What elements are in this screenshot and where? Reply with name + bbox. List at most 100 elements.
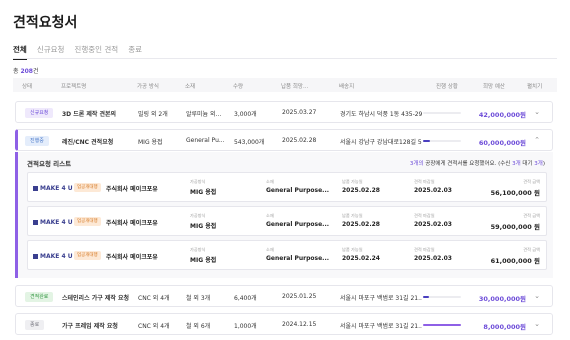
qty-cell: 6,400개 [234,295,257,302]
note-count: 3개의 [409,161,424,167]
material-cell: 철 외 3개 [186,295,211,302]
date-cell: 2025.02.28 [282,137,317,144]
progress-fill [423,140,430,142]
project-name: 스테인리스 가구 제작 요청 [62,295,129,302]
progress-fill [423,296,429,298]
budget-cell: 30,000,000원 [478,295,526,303]
quote-method: 가공방식 MIG 용접 [190,213,217,230]
project-name: 레진/CNC 견적요청 [62,139,114,146]
logo-text: MAKE 4 U [40,185,73,192]
quote-badge: 업공개대행 [74,183,101,192]
note-received: 3개 [512,161,521,167]
note-end: ) [542,161,545,167]
project-name: 3D 드론 제작 견본의 [62,111,117,118]
quote-deadline: 견적 마감일 2025.02.03 [414,179,452,194]
col-method: 가공 방식 [137,84,159,90]
address-cell: 서울시 강남구 강남대로128길 5... [340,139,422,146]
quote-deadline: 견적 마감일 2025.02.03 [414,213,452,228]
date-cell: 2025.01.25 [282,293,317,300]
status-badge: 종료 [25,320,45,330]
col-material: 소재 [185,84,196,90]
col-status: 상태 [22,84,33,90]
note-text: 공장에게 견적서를 요청했어요. (수신 [423,161,513,167]
quote-amount: 견적 금액 61,000,000 원 [490,247,540,265]
quote-due: 납품 가능일 2025.02.24 [342,247,380,262]
progress-bar [423,140,461,142]
quote-list-panel: 견적요청 리스트 3개의 공장에게 견적서를 요청했어요. (수신 3개 대기 … [15,152,553,278]
project-name: 가구 프레임 제작 요청 [62,323,118,330]
col-progress: 진행 상황 [436,84,458,90]
company-logo: MAKE 4 U [33,185,73,192]
chevron-up-icon[interactable]: ⌃ [534,136,540,144]
table-row[interactable]: 진행중 레진/CNC 견적요청 MIG 용접 General Pu... 543… [15,129,553,151]
progress-fill [423,324,461,326]
date-cell: 2025.03.27 [282,109,317,116]
total-number: 208 [20,68,33,75]
date-cell: 2024.12.15 [282,321,317,328]
status-badge: 신규요청 [25,108,54,118]
quote-card[interactable]: MAKE 4 U 업공개대행 주식회사 메이크포유 가공방식 MIG 용접 소재 G… [27,206,547,236]
quote-material: 소재 General Purpose... [266,247,330,262]
material-cell: 알루미늄 외... [186,111,222,118]
quote-material: 소재 General Purpose... [266,179,330,194]
note-sep: 대기 [520,161,535,167]
budget-cell: 42,000,000원 [478,111,526,119]
quote-material: 소재 General Purpose... [266,213,330,228]
company-name: 주식회사 메이크포유 [106,186,158,193]
page-title: 견적요청서 [13,15,78,31]
panel-note: 3개의 공장에게 견적서를 요청했어요. (수신 3개 대기 3개) [410,159,545,167]
note-waiting: 3개 [534,161,543,167]
material-cell: 철 외 6개 [186,323,211,330]
company-logo: MAKE 4 U [33,253,73,260]
company-name: 주식회사 메이크포유 [106,220,158,227]
qty-cell: 3,000개 [234,111,257,118]
address-cell: 서울시 마포구 백범로 31길 21... [340,323,422,330]
logo-text: MAKE 4 U [40,219,73,226]
quote-due: 납품 가능일 2025.02.28 [342,179,380,194]
quote-method: 가공방식 MIG 용접 [190,247,217,264]
budget-cell: 8,000,000원 [483,323,526,331]
table-header: 상태 프로젝트명 가공 방식 소재 수량 납품 희망... 배송지 진행 상황 … [13,78,557,92]
chevron-down-icon[interactable]: ⌄ [534,320,540,328]
quote-due: 납품 가능일 2025.02.28 [342,213,380,228]
logo-mark-icon [33,186,38,191]
table-row[interactable]: 종료 가구 프레임 제작 요청 CNC 외 4개 철 외 6개 1,000개 2… [15,313,553,335]
method-cell: CNC 외 4개 [138,295,170,302]
qty-cell: 1,000개 [234,323,257,330]
total-count: 총 208건 [13,66,39,75]
method-cell: CNC 외 4개 [138,323,170,330]
quote-amount: 견적 금액 56,100,000 원 [490,179,540,197]
col-expand: 펼치기 [527,84,543,90]
company-name: 주식회사 메이크포유 [106,254,158,261]
material-cell: General Pu... [186,137,225,144]
address-cell: 경기도 하남시 덕풍 1동 435-29... [340,111,422,118]
total-suffix: 건 [32,68,39,75]
chevron-down-icon[interactable]: ⌄ [534,108,540,116]
status-badge: 견적완료 [25,292,54,302]
status-badge: 진행중 [25,136,49,146]
quote-deadline: 견적 마감일 2025.02.03 [414,247,452,262]
col-address: 배송지 [339,84,355,90]
col-project: 프로젝트명 [61,84,87,90]
quote-card[interactable]: MAKE 4 U 업공개대행 주식회사 메이크포유 가공방식 MIG 용접 소재 G… [27,172,547,202]
quote-method: 가공방식 MIG 용접 [190,179,217,196]
logo-mark-icon [33,220,38,225]
col-qty: 수량 [233,84,244,90]
budget-cell: 60,000,000원 [478,139,526,147]
quote-badge: 업공개대행 [74,217,101,226]
quote-amount: 견적 금액 59,000,000 원 [490,213,540,231]
table-row[interactable]: 견적완료 스테인리스 가구 제작 요청 CNC 외 4개 철 외 3개 6,40… [15,285,553,307]
col-budget: 희망 예산 [483,84,505,90]
col-date: 납품 희망... [281,84,309,90]
method-cell: MIG 용접 [138,139,163,146]
company-logo: MAKE 4 U [33,219,73,226]
progress-bar [423,112,461,114]
method-cell: 밀링 외 2개 [138,111,168,118]
table-row[interactable]: 신규요청 3D 드론 제작 견본의 밀링 외 2개 알루미늄 외... 3,00… [15,101,553,123]
chevron-down-icon[interactable]: ⌄ [534,292,540,300]
progress-bar [423,324,461,326]
quote-card[interactable]: MAKE 4 U 업공개대행 주식회사 메이크포유 가공방식 MIG 용접 소재 G… [27,240,547,270]
qty-cell: 543,000개 [234,139,265,146]
quote-badge: 업공개대행 [74,251,101,260]
progress-bar [423,296,461,298]
